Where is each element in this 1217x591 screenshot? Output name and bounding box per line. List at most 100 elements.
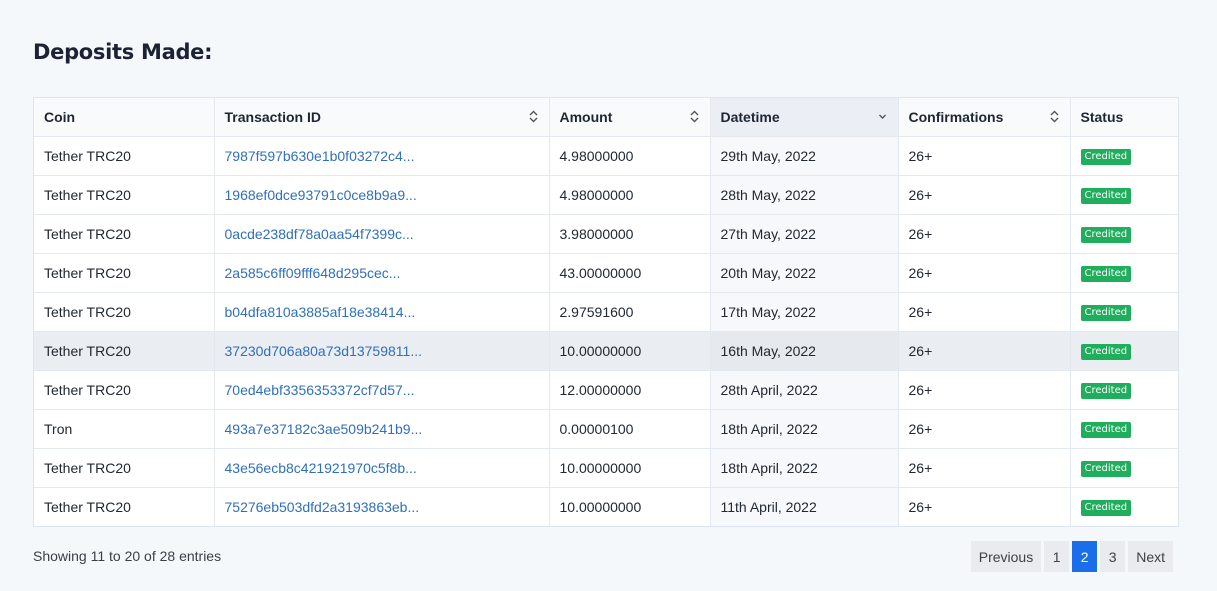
sort-both-icon[interactable] xyxy=(1049,110,1060,124)
page-button-2[interactable]: 2 xyxy=(1072,541,1098,572)
previous-page-button[interactable]: Previous xyxy=(970,541,1042,572)
amount-cell: 10.00000000 xyxy=(549,487,711,526)
transaction-id-link[interactable]: 37230d706a80a73d13759811... xyxy=(225,343,423,359)
datetime-cell: 28th May, 2022 xyxy=(710,175,899,215)
transaction-id-link[interactable]: 70ed4ebf3356353372cf7d57... xyxy=(225,382,415,398)
datetime-cell-text: 18th April, 2022 xyxy=(720,459,818,476)
table-row: Tether TRC20 7987f597b630e1b0f03272c4... 4… xyxy=(34,136,1178,176)
coin-cell-text: Tether TRC20 xyxy=(44,303,131,320)
amount-cell: 12.00000000 xyxy=(549,370,711,410)
next-page-button[interactable]: Next xyxy=(1128,541,1173,572)
confirmations-cell-text: 26+ xyxy=(908,420,933,437)
transaction-id-link[interactable]: 2a585c6ff09fff648d295cec... xyxy=(225,265,401,281)
confirmations-cell: 26+ xyxy=(898,370,1071,410)
coin-cell-text: Tether TRC20 xyxy=(44,381,131,398)
amount-cell: 43.00000000 xyxy=(549,253,711,293)
column-header-status: Status xyxy=(1070,98,1178,137)
confirmations-cell: 26+ xyxy=(898,331,1071,371)
datetime-cell: 20th May, 2022 xyxy=(710,253,899,293)
amount-cell-text: 10.00000000 xyxy=(559,498,642,515)
transaction-id-cell: b04dfa810a3885af18e38414... xyxy=(214,292,550,332)
table-row: Tether TRC20 37230d706a80a73d13759811... 1… xyxy=(34,331,1178,371)
amount-cell: 4.98000000 xyxy=(549,175,711,215)
confirmations-cell: 26+ xyxy=(898,214,1071,254)
table-row: Tether TRC20 b04dfa810a3885af18e38414... 2… xyxy=(34,292,1178,332)
status-cell: Credited xyxy=(1070,487,1178,526)
coin-cell-text: Tether TRC20 xyxy=(44,342,131,359)
datetime-cell-text: 29th May, 2022 xyxy=(720,147,816,164)
table-row: Tether TRC20 2a585c6ff09fff648d295cec... 4… xyxy=(34,253,1178,293)
sort-both-icon[interactable] xyxy=(689,110,700,124)
coin-cell: Tether TRC20 xyxy=(34,448,215,488)
column-header-label: Amount xyxy=(559,108,613,125)
transaction-id-link[interactable]: 75276eb503dfd2a3193863eb... xyxy=(225,499,420,515)
datetime-cell: 27th May, 2022 xyxy=(710,214,899,254)
confirmations-cell-text: 26+ xyxy=(908,381,933,398)
status-badge: Credited xyxy=(1080,344,1132,360)
confirmations-cell: 26+ xyxy=(898,448,1071,488)
transaction-id-cell: 75276eb503dfd2a3193863eb... xyxy=(214,487,550,526)
status-cell: Credited xyxy=(1070,136,1178,176)
datetime-cell-text: 11th April, 2022 xyxy=(720,498,817,515)
transaction-id-link[interactable]: 0acde238df78a0aa54f7399c... xyxy=(225,226,414,242)
coin-cell-text: Tether TRC20 xyxy=(44,186,131,203)
status-badge: Credited xyxy=(1080,383,1132,399)
confirmations-cell-text: 26+ xyxy=(908,264,933,281)
amount-cell: 10.00000000 xyxy=(549,331,711,371)
chevron-down-icon[interactable] xyxy=(877,110,888,124)
amount-cell: 0.00000100 xyxy=(549,409,711,449)
amount-cell-text: 0.00000100 xyxy=(559,420,634,437)
datetime-cell: 18th April, 2022 xyxy=(710,409,899,449)
coin-cell: Tether TRC20 xyxy=(34,292,215,332)
amount-cell: 4.98000000 xyxy=(549,136,711,176)
coin-cell: Tether TRC20 xyxy=(34,331,215,371)
coin-cell: Tether TRC20 xyxy=(34,253,215,293)
amount-cell-text: 10.00000000 xyxy=(559,459,642,476)
status-badge: Credited xyxy=(1080,500,1132,517)
confirmations-cell: 26+ xyxy=(898,136,1071,176)
datetime-cell-text: 20th May, 2022 xyxy=(720,264,816,281)
status-cell: Credited xyxy=(1070,331,1178,371)
datetime-cell: 28th April, 2022 xyxy=(710,370,899,410)
column-header-label: Datetime xyxy=(720,108,780,125)
page-title: Deposits Made: xyxy=(33,40,213,64)
column-header-label: Confirmations xyxy=(908,108,1004,125)
status-cell: Credited xyxy=(1070,292,1178,332)
status-badge: Credited xyxy=(1080,149,1132,165)
transaction-id-cell: 493a7e37182c3ae509b241b9... xyxy=(214,409,550,449)
transaction-id-cell: 70ed4ebf3356353372cf7d57... xyxy=(214,370,550,410)
amount-cell: 2.97591600 xyxy=(549,292,711,332)
amount-cell-text: 43.00000000 xyxy=(559,264,642,281)
amount-cell: 10.00000000 xyxy=(549,448,711,488)
datetime-cell: 18th April, 2022 xyxy=(710,448,899,488)
column-header-amount[interactable]: Amount xyxy=(549,98,711,137)
status-badge: Credited xyxy=(1080,305,1132,321)
status-cell: Credited xyxy=(1070,370,1178,410)
table-header-row: Coin Transaction ID Amount Datetime Conf… xyxy=(34,98,1178,137)
column-header-label: Status xyxy=(1080,108,1124,125)
transaction-id-link[interactable]: 1968ef0dce93791c0ce8b9a9... xyxy=(225,187,417,203)
transaction-id-link[interactable]: b04dfa810a3885af18e38414... xyxy=(225,304,416,320)
datetime-cell: 29th May, 2022 xyxy=(710,136,899,176)
column-header-datetime[interactable]: Datetime xyxy=(710,98,899,137)
transaction-id-link[interactable]: 7987f597b630e1b0f03272c4... xyxy=(225,148,415,164)
column-header-confirmations[interactable]: Confirmations xyxy=(898,98,1071,137)
column-header-label: Transaction ID xyxy=(224,108,321,125)
coin-cell-text: Tether TRC20 xyxy=(44,498,131,515)
transaction-id-cell: 7987f597b630e1b0f03272c4... xyxy=(214,136,550,176)
sort-both-icon[interactable] xyxy=(528,110,539,124)
transaction-id-link[interactable]: 493a7e37182c3ae509b241b9... xyxy=(225,421,423,437)
datetime-cell-text: 18th April, 2022 xyxy=(720,420,818,437)
table-row: Tether TRC20 70ed4ebf3356353372cf7d57... 1… xyxy=(34,370,1178,410)
status-cell: Credited xyxy=(1070,448,1178,488)
transaction-id-link[interactable]: 43e56ecb8c421921970c5f8b... xyxy=(225,460,417,476)
status-badge: Credited xyxy=(1080,422,1132,438)
table-row: Tron 493a7e37182c3ae509b241b9... 0.0000010… xyxy=(34,409,1178,449)
confirmations-cell: 26+ xyxy=(898,175,1071,215)
coin-cell-text: Tether TRC20 xyxy=(44,147,131,164)
amount-cell-text: 2.97591600 xyxy=(559,303,634,320)
status-cell: Credited xyxy=(1070,253,1178,293)
column-header-transaction-id[interactable]: Transaction ID xyxy=(214,98,550,137)
page-button-3[interactable]: 3 xyxy=(1100,541,1126,572)
page-button-1[interactable]: 1 xyxy=(1044,541,1070,572)
